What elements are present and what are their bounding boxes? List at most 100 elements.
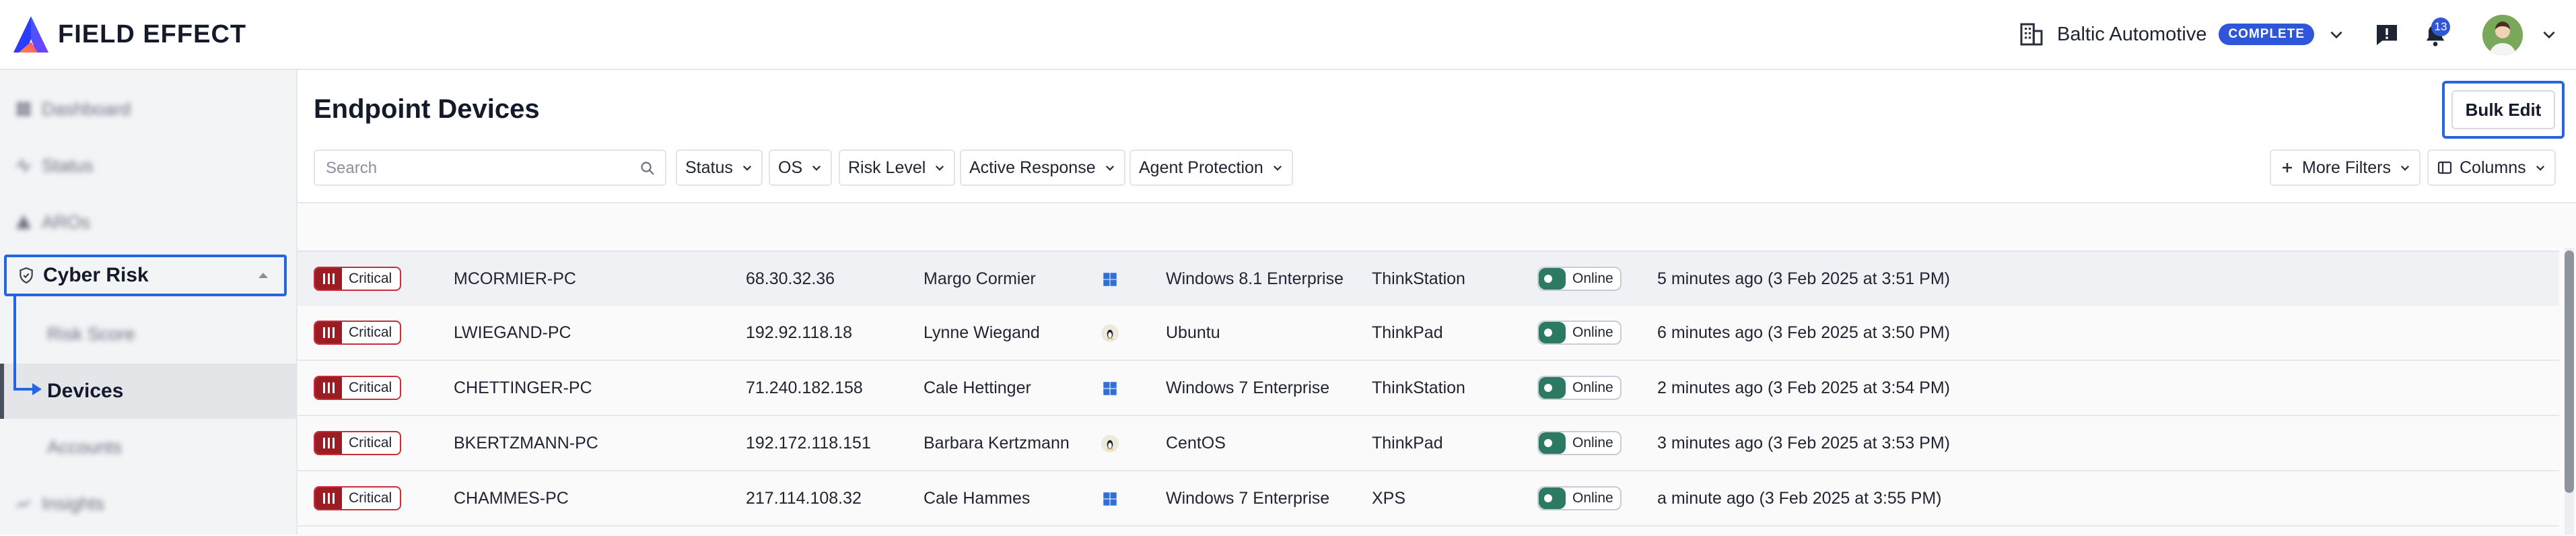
caret-up-icon[interactable] xyxy=(257,271,269,279)
field-effect-logo-icon xyxy=(13,16,48,53)
sidebar-item-label: Cyber Risk xyxy=(43,264,149,286)
sidebar-item-accounts[interactable]: Accounts xyxy=(0,420,296,474)
table-header xyxy=(298,203,2576,250)
device-name[interactable]: LWIEGAND-PC xyxy=(454,306,571,360)
device-last-seen: 6 minutes ago (3 Feb 2025 at 3:50 PM) xyxy=(1657,323,1950,342)
org-switcher[interactable]: Baltic Automotive COMPLETE xyxy=(2018,18,2345,51)
sidebar-item-cyber-risk[interactable]: Cyber Risk xyxy=(4,255,287,296)
search-box xyxy=(314,149,666,186)
filter-agent-protection[interactable]: Agent Protection xyxy=(1129,149,1293,186)
chart-icon xyxy=(16,499,31,508)
chevron-down-icon xyxy=(1105,165,1114,171)
chevron-down-icon[interactable] xyxy=(2328,26,2345,43)
grid-icon xyxy=(17,102,30,116)
pulse-icon xyxy=(16,158,31,173)
filter-label: Risk Level xyxy=(848,158,926,177)
toggle-icon xyxy=(1539,377,1566,399)
user-avatar-icon xyxy=(2482,15,2523,55)
columns-label: Columns xyxy=(2460,158,2526,177)
device-user: Cale Hammes xyxy=(924,489,1031,508)
brand-logo[interactable]: FIELD EFFECT xyxy=(12,15,246,54)
device-name[interactable]: MCORMIER-PC xyxy=(454,252,576,306)
device-model: ThinkPad xyxy=(1372,323,1443,342)
filter-status[interactable]: Status xyxy=(676,149,763,186)
chevron-down-icon xyxy=(1273,165,1282,171)
risk-badge: Critical xyxy=(314,267,402,291)
page-title: Endpoint Devices xyxy=(314,94,540,124)
columns-button[interactable]: Columns xyxy=(2427,149,2556,186)
device-model: XPS xyxy=(1372,489,1406,508)
sidebar: Dashboard Status AROs Cyber Risk Risk Sc… xyxy=(0,70,298,535)
table-row[interactable]: Critical CHAMMES-PC 217.114.108.32 Cale … xyxy=(298,471,2559,527)
device-user: Barbara Kertzmann xyxy=(924,434,1070,453)
device-last-seen: a minute ago (3 Feb 2025 at 3:55 PM) xyxy=(1657,489,1942,508)
chevron-down-icon[interactable] xyxy=(2540,26,2558,43)
device-model: ThinkStation xyxy=(1372,269,1465,288)
bulk-edit-highlight: Bulk Edit xyxy=(2442,81,2565,139)
device-model: ThinkPad xyxy=(1372,434,1443,453)
scrollbar-thumb[interactable] xyxy=(2565,250,2574,493)
device-name[interactable]: CHAMMES-PC xyxy=(454,471,569,525)
linux-icon xyxy=(1101,325,1119,342)
device-ip: 192.92.118.18 xyxy=(746,323,853,342)
chevron-down-icon xyxy=(742,165,751,171)
windows-icon xyxy=(1103,273,1117,286)
risk-badge: Critical xyxy=(314,486,402,510)
risk-bars-icon xyxy=(315,377,342,399)
device-last-seen: 3 minutes ago (3 Feb 2025 at 3:53 PM) xyxy=(1657,434,1950,453)
filter-label: OS xyxy=(778,158,803,177)
device-user: Lynne Wiegand xyxy=(924,323,1040,342)
alert-icon xyxy=(16,215,31,229)
org-name: Baltic Automotive xyxy=(2057,23,2207,45)
chevron-down-icon xyxy=(2536,165,2544,171)
device-name[interactable]: CHETTINGER-PC xyxy=(454,361,592,415)
search-input[interactable] xyxy=(324,158,623,179)
sidebar-item-dashboard[interactable]: Dashboard xyxy=(0,82,296,136)
table-row[interactable]: Critical LWIEGAND-PC 192.92.118.18 Lynne… xyxy=(298,306,2559,361)
device-ip: 71.240.182.158 xyxy=(746,378,863,397)
table-row[interactable]: Critical CHETTINGER-PC 71.240.182.158 Ca… xyxy=(298,361,2559,416)
bulk-edit-button[interactable]: Bulk Edit xyxy=(2451,90,2555,129)
device-ip: 192.172.118.151 xyxy=(746,434,871,453)
windows-icon xyxy=(1103,492,1117,506)
sidebar-item-insights[interactable]: Insights xyxy=(0,477,296,531)
toggle-icon xyxy=(1539,322,1566,343)
columns-icon xyxy=(2437,161,2452,174)
more-filters-button[interactable]: More Filters xyxy=(2270,149,2421,186)
linux-icon xyxy=(1101,435,1119,453)
device-ip: 217.114.108.32 xyxy=(746,489,862,508)
table-row[interactable]: Critical MCORMIER-PC 68.30.32.36 Margo C… xyxy=(298,250,2559,307)
status-badge: Online xyxy=(1537,486,1622,510)
risk-bars-icon xyxy=(315,268,342,290)
sidebar-item-risk-score[interactable]: Risk Score xyxy=(0,307,296,361)
windows-icon xyxy=(1103,382,1117,395)
filter-active-response[interactable]: Active Response xyxy=(960,149,1125,186)
sidebar-item-aros[interactable]: AROs xyxy=(0,195,296,249)
device-name[interactable]: BKERTZMANN-PC xyxy=(454,416,598,470)
filter-label: Agent Protection xyxy=(1139,158,1263,177)
risk-bars-icon xyxy=(315,322,342,343)
tree-connector xyxy=(13,296,16,391)
chevron-down-icon xyxy=(2400,165,2410,171)
toggle-icon xyxy=(1539,432,1566,454)
building-icon xyxy=(2020,23,2043,46)
risk-badge: Critical xyxy=(314,321,402,345)
sidebar-item-label: Risk Score xyxy=(47,323,135,344)
sidebar-item-devices[interactable]: Devices xyxy=(0,364,296,419)
device-os: Windows 7 Enterprise xyxy=(1166,489,1330,508)
filter-os[interactable]: OS xyxy=(769,149,833,186)
feedback-icon[interactable] xyxy=(2373,22,2400,48)
avatar[interactable] xyxy=(2482,15,2523,55)
filter-label: Active Response xyxy=(969,158,1096,177)
device-user: Margo Cormier xyxy=(924,269,1036,288)
org-status-badge: COMPLETE xyxy=(2219,24,2315,45)
more-filters-label: More Filters xyxy=(2302,158,2391,177)
device-os: Windows 8.1 Enterprise xyxy=(1166,269,1344,288)
brand-name: FIELD EFFECT xyxy=(58,20,247,48)
device-model: ThinkStation xyxy=(1372,378,1465,397)
table-row[interactable]: Critical BKERTZMANN-PC 192.172.118.151 B… xyxy=(298,416,2559,471)
sidebar-item-label: Devices xyxy=(47,380,124,402)
risk-badge: Critical xyxy=(314,431,402,455)
filter-risk-level[interactable]: Risk Level xyxy=(839,149,956,186)
sidebar-item-status[interactable]: Status xyxy=(0,139,296,193)
